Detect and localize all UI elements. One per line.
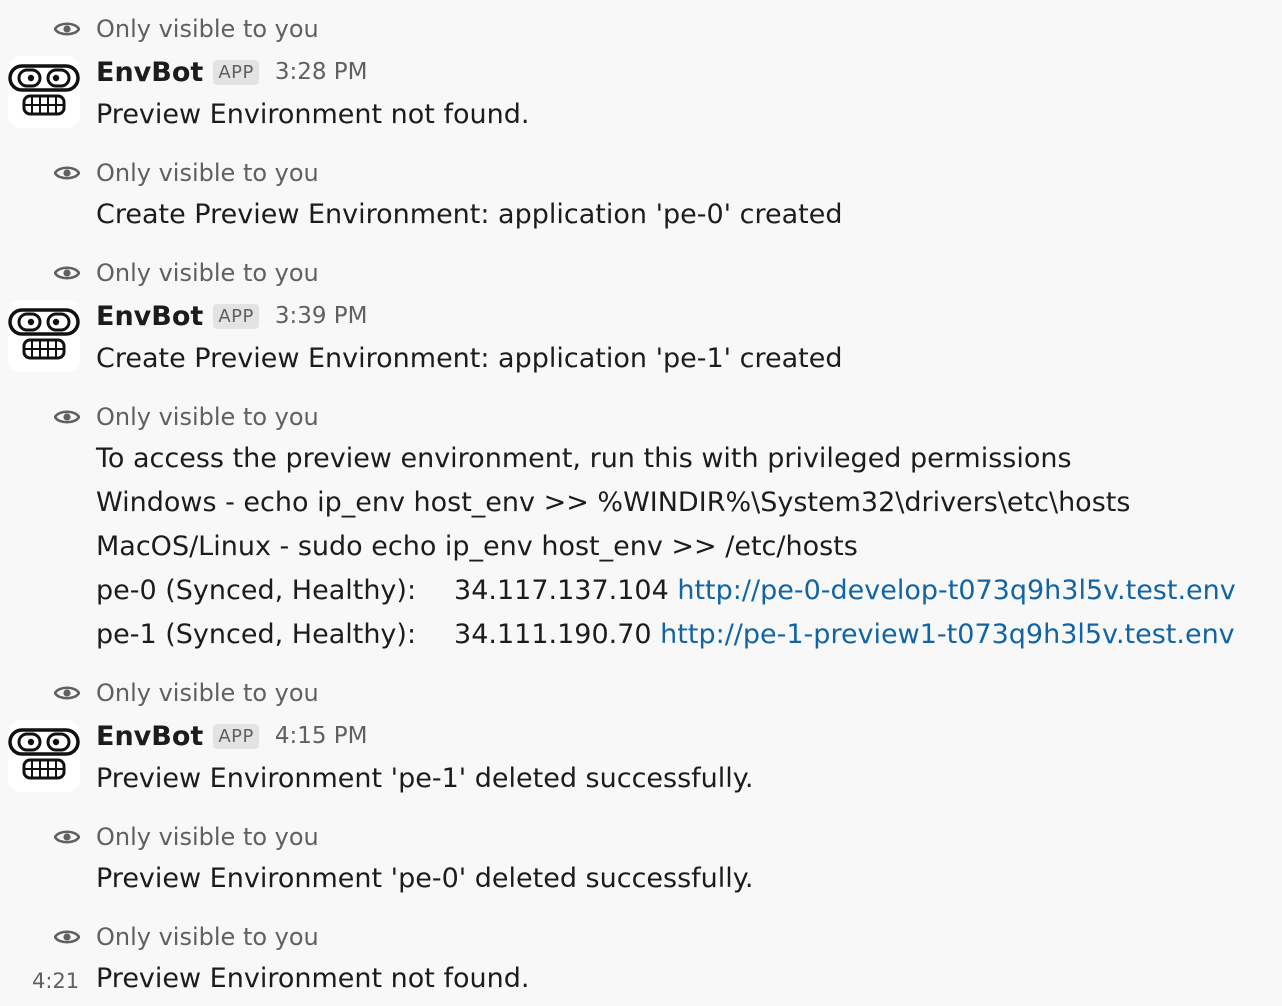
macos-command: MacOS/Linux - sudo echo ip_env host_env … (96, 531, 858, 562)
ephemeral-notice: Only visible to you (54, 822, 319, 852)
bot-avatar[interactable] (8, 56, 80, 128)
eye-icon (54, 20, 80, 38)
message-text: Preview Environment 'pe-1' deleted succe… (96, 763, 754, 794)
message-text: Create Preview Environment: application … (96, 343, 843, 374)
eye-icon (54, 408, 80, 426)
eye-icon (54, 264, 80, 282)
message-text: Create Preview Environment: application … (96, 199, 843, 230)
ephemeral-notice: Only visible to you (54, 158, 319, 188)
robot-face-icon (8, 300, 80, 372)
eye-icon (54, 928, 80, 946)
message-text: Preview Environment 'pe-0' deleted succe… (96, 863, 754, 894)
message-text: Preview Environment not found. (96, 99, 530, 130)
windows-command: Windows - echo ip_env host_env >> %WINDI… (96, 487, 1131, 518)
app-badge: APP (213, 723, 259, 749)
bot-avatar[interactable] (8, 720, 80, 792)
ephemeral-label: Only visible to you (96, 823, 319, 851)
bot-avatar[interactable] (8, 300, 80, 372)
env-row: pe-0 (Synced, Healthy): 34.117.137.104 ht… (96, 573, 1236, 609)
message-header: EnvBot APP 3:28 PM (96, 54, 368, 90)
env-url-link[interactable]: http://pe-1-preview1-t073q9h3l5v.test.en… (660, 619, 1235, 650)
ephemeral-label: Only visible to you (96, 679, 319, 707)
env-label: pe-1 (Synced, Healthy): (96, 619, 417, 650)
app-badge: APP (213, 303, 259, 329)
hover-timestamp[interactable]: 4:21 (32, 966, 79, 996)
bot-name[interactable]: EnvBot (96, 721, 203, 752)
bot-name[interactable]: EnvBot (96, 57, 203, 88)
message-header: EnvBot APP 3:39 PM (96, 298, 368, 334)
eye-icon (54, 828, 80, 846)
ephemeral-notice: Only visible to you (54, 402, 319, 432)
ephemeral-label: Only visible to you (96, 159, 319, 187)
message-header: EnvBot APP 4:15 PM (96, 718, 368, 754)
eye-icon (54, 164, 80, 182)
env-label: pe-0 (Synced, Healthy): (96, 575, 417, 606)
bot-name[interactable]: EnvBot (96, 301, 203, 332)
ephemeral-label: Only visible to you (96, 403, 319, 431)
ephemeral-label: Only visible to you (96, 15, 319, 43)
message-timestamp[interactable]: 3:39 PM (275, 303, 368, 329)
ephemeral-notice: Only visible to you (54, 922, 319, 952)
env-row: pe-1 (Synced, Healthy): 34.111.190.70 htt… (96, 617, 1235, 653)
message-timestamp[interactable]: 4:15 PM (275, 723, 368, 749)
message-text: Preview Environment not found. (96, 963, 530, 994)
robot-face-icon (8, 56, 80, 128)
ephemeral-notice: Only visible to you (54, 258, 319, 288)
app-badge: APP (213, 59, 259, 85)
env-ip: 34.111.190.70 (454, 619, 652, 650)
env-ip: 34.117.137.104 (454, 575, 669, 606)
ephemeral-label: Only visible to you (96, 259, 319, 287)
eye-icon (54, 684, 80, 702)
access-intro: To access the preview environment, run t… (96, 443, 1072, 474)
ephemeral-notice: Only visible to you (54, 14, 319, 44)
ephemeral-label: Only visible to you (96, 923, 319, 951)
env-url-link[interactable]: http://pe-0-develop-t073q9h3l5v.test.env (677, 575, 1235, 606)
ephemeral-notice: Only visible to you (54, 678, 319, 708)
robot-face-icon (8, 720, 80, 792)
message-timestamp[interactable]: 3:28 PM (275, 59, 368, 85)
